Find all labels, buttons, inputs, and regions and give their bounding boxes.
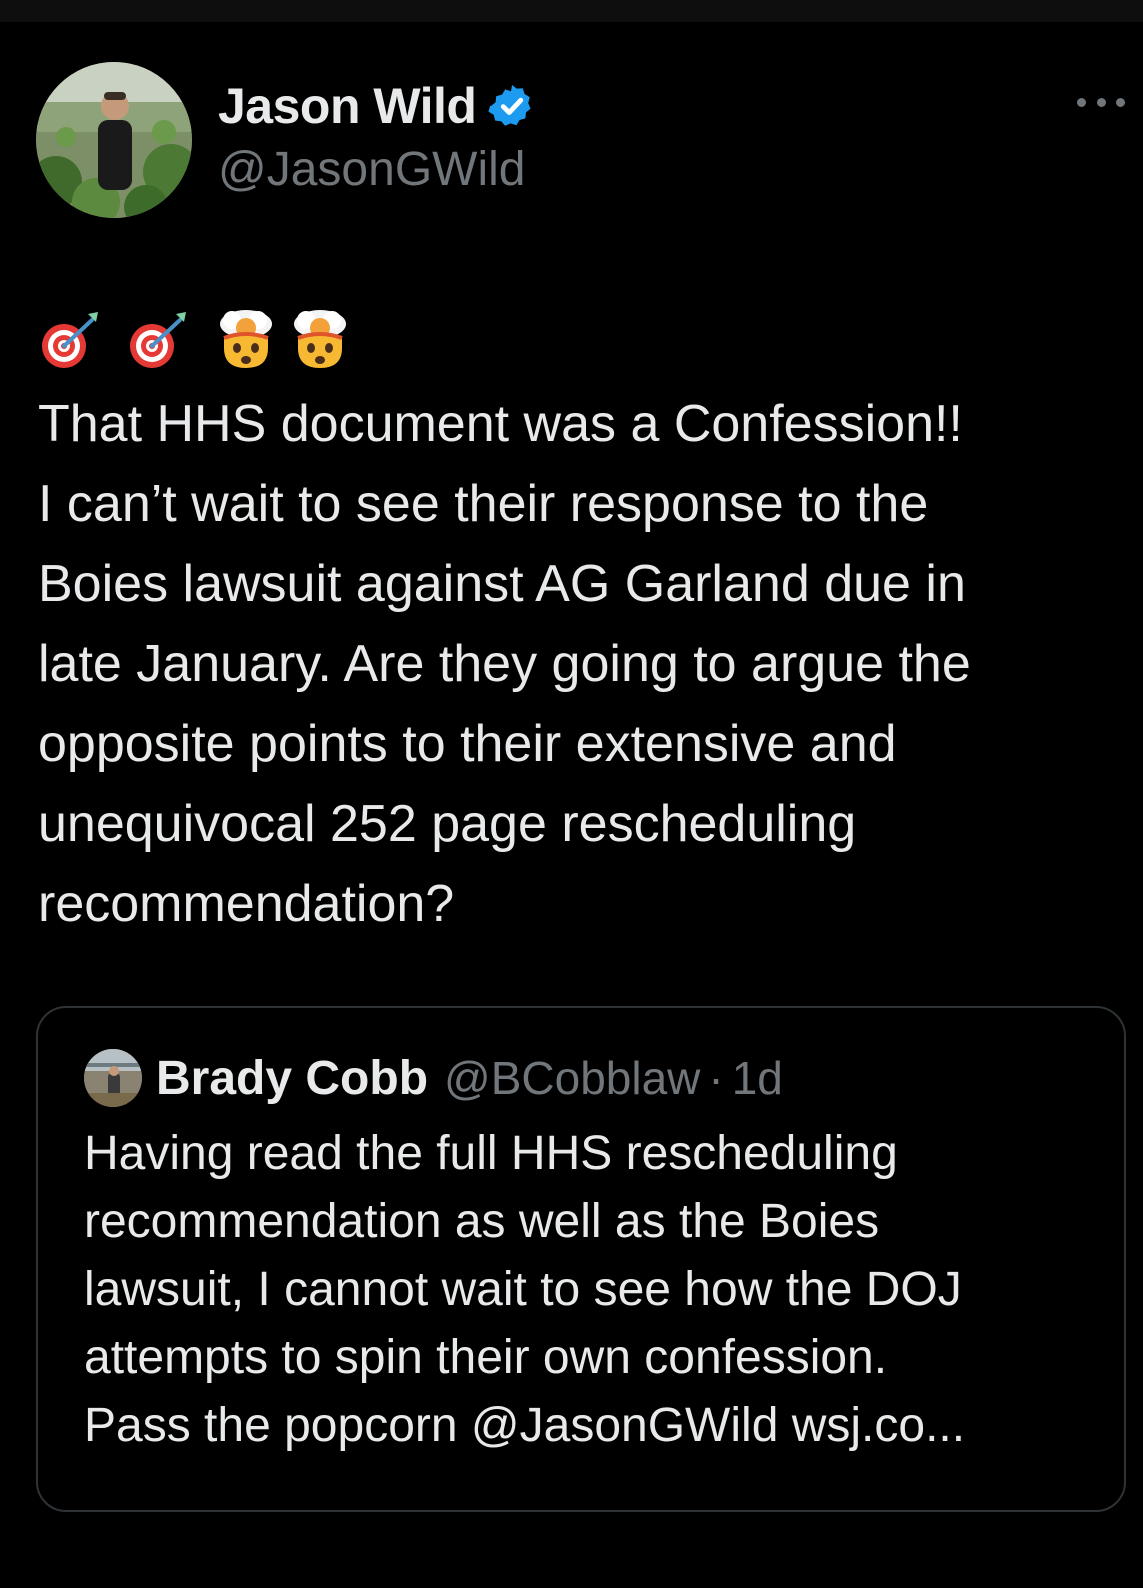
exploding-head-emoji-icon <box>214 308 278 372</box>
author-handle[interactable]: @JasonGWild <box>218 142 525 197</box>
direct-hit-emoji-icon <box>126 308 190 372</box>
more-dot <box>1077 97 1086 107</box>
author-avatar-image <box>36 62 192 218</box>
tweet-text-line: Boies lawsuit against AG Garland due in <box>38 555 966 613</box>
tweet-text-line: late January. Are they going to argue th… <box>38 635 971 693</box>
emoji-row <box>38 308 362 372</box>
quoted-text-line: attempts to spin their own confession. <box>84 1331 888 1384</box>
quoted-tweet-text: Having read the full HHS rescheduling re… <box>84 1120 1084 1460</box>
exploding-head-emoji-icon <box>288 308 352 372</box>
more-options-icon[interactable] <box>1077 90 1125 114</box>
quoted-text-line: Having read the full HHS rescheduling <box>84 1127 898 1180</box>
tweet-text: That HHS document was a Confession!! I c… <box>38 384 1118 944</box>
author-name-row: Jason Wild <box>218 76 536 136</box>
tweet-text-line: opposite points to their extensive and <box>38 715 897 773</box>
quoted-author-avatar-image <box>84 1049 142 1107</box>
tweet-text-line: recommendation? <box>38 875 455 933</box>
quoted-tweet[interactable]: Brady Cobb @BCobblaw · 1d Having read th… <box>36 1006 1126 1512</box>
quoted-author-avatar[interactable] <box>84 1049 142 1107</box>
quoted-text-line: Pass the popcorn @JasonGWild wsj.co... <box>84 1399 966 1452</box>
tweet-text-line: unequivocal 252 page rescheduling <box>38 795 857 853</box>
tweet: Jason Wild @JasonGWild That HHS document… <box>0 22 1143 1588</box>
tweet-text-line: That HHS document was a Confession!! <box>38 395 963 453</box>
direct-hit-emoji-icon <box>38 308 102 372</box>
author-avatar[interactable] <box>36 62 192 218</box>
quoted-timestamp[interactable]: 1d <box>732 1051 783 1105</box>
verified-badge-icon <box>488 82 536 130</box>
tweet-text-line: I can’t wait to see their response to th… <box>38 475 929 533</box>
more-dot <box>1116 97 1125 107</box>
top-status-strip <box>0 0 1143 22</box>
quoted-tweet-header: Brady Cobb @BCobblaw · 1d <box>84 1048 783 1108</box>
quoted-author-name[interactable]: Brady Cobb <box>156 1051 428 1106</box>
more-dot <box>1096 97 1106 107</box>
quoted-separator: · <box>708 1052 724 1104</box>
quoted-text-line: recommendation as well as the Boies <box>84 1195 880 1248</box>
author-name[interactable]: Jason Wild <box>218 77 477 135</box>
quoted-text-line: lawsuit, I cannot wait to see how the DO… <box>84 1263 962 1316</box>
quoted-author-handle[interactable]: @BCobblaw <box>444 1051 700 1105</box>
